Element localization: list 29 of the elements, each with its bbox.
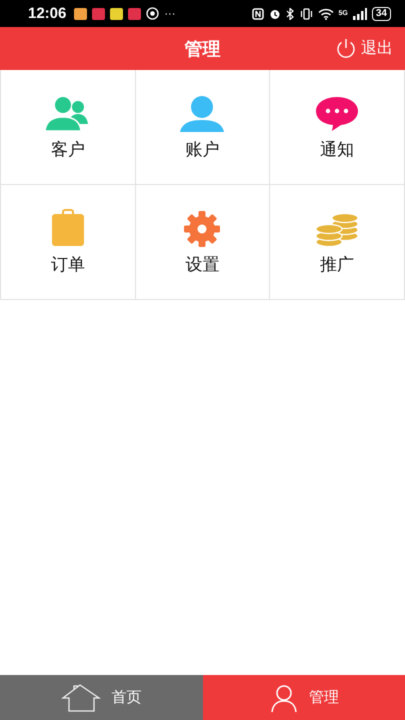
- menu-tile[interactable]: 通知: [270, 70, 405, 185]
- tab[interactable]: 首页: [0, 675, 202, 720]
- user-icon: [179, 96, 226, 132]
- menu-tile[interactable]: 客户: [1, 70, 136, 185]
- signal-icon: [352, 8, 367, 20]
- menu-tile[interactable]: 订单: [1, 185, 136, 300]
- power-icon: [335, 37, 357, 59]
- notification-icon: [92, 8, 106, 20]
- eye-icon: [146, 7, 160, 20]
- wifi-icon: [318, 8, 334, 20]
- notification-icon: [110, 8, 124, 20]
- nfc-icon: [252, 8, 264, 20]
- tab[interactable]: 管理: [202, 675, 405, 720]
- vibrate-icon: [300, 8, 313, 20]
- logout-button[interactable]: 退出: [333, 35, 395, 61]
- user-icon: [268, 682, 299, 712]
- page-title: 管理: [184, 38, 220, 60]
- home-icon: [61, 682, 102, 712]
- bluetooth-icon: [286, 8, 295, 20]
- menu-tile[interactable]: 设置: [136, 185, 270, 300]
- notification-icon: [128, 8, 142, 20]
- menu-tile[interactable]: 账户: [136, 70, 270, 185]
- menu-tile[interactable]: 推广: [270, 185, 405, 300]
- more-notifications: ···: [164, 8, 176, 20]
- battery-indicator: 34: [372, 6, 391, 20]
- chat-bubble-icon: [314, 96, 360, 132]
- clock: 12:06: [28, 5, 66, 22]
- notification-icon: [74, 8, 88, 20]
- alarm-icon: [268, 8, 281, 20]
